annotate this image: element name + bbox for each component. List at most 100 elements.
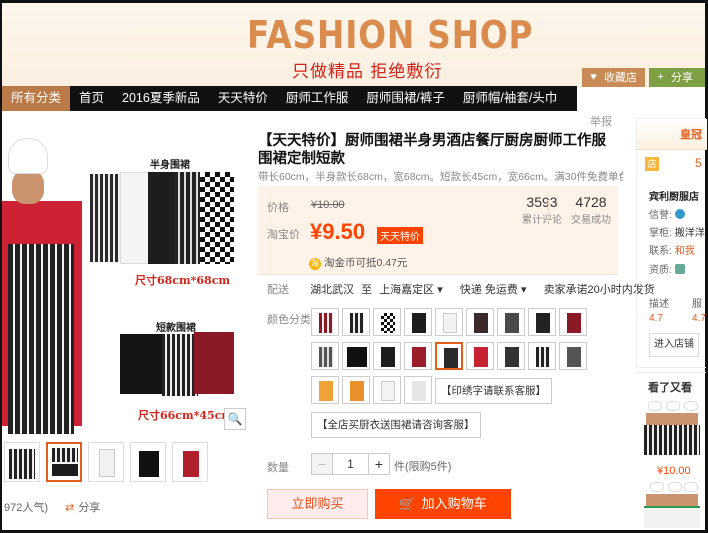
nav-item-summer-new[interactable]: 2016夏季新品 bbox=[113, 86, 209, 111]
zoom-icon[interactable]: 🔍 bbox=[224, 408, 246, 430]
shop-badge-number: 5 bbox=[695, 156, 702, 170]
chef-hat bbox=[8, 138, 48, 174]
thumbnail-5[interactable] bbox=[172, 442, 208, 482]
cart-icon: 🛒 bbox=[399, 496, 416, 511]
nav-item-hats-sleeves[interactable]: 厨师帽/袖套/头巾 bbox=[454, 86, 566, 111]
plus-icon: + bbox=[657, 71, 664, 83]
color-swatch-16[interactable] bbox=[497, 342, 525, 370]
product-title: 【天天特价】厨师围裙半身男酒店餐厅厨房厨师工作服围裙定制短款 bbox=[258, 133, 606, 167]
also-viewed-item-2[interactable] bbox=[644, 482, 700, 528]
quals-label: 资质: bbox=[649, 265, 672, 276]
half-apron-size: 尺寸68cm*68cm bbox=[135, 274, 231, 287]
color-swatch-13[interactable] bbox=[404, 342, 432, 370]
coin-icon: 淘 bbox=[309, 258, 321, 270]
color-swatch-18[interactable] bbox=[559, 342, 587, 370]
ship-from: 湖北武汉 bbox=[310, 284, 355, 296]
shipping-label: 配送 bbox=[267, 284, 289, 296]
ship-to-prefix: 至 bbox=[361, 284, 373, 296]
service-label: 服 bbox=[692, 299, 702, 310]
shipping-row: 配送 湖北武汉 至 上海嘉定区 ▾ 快递 免运费 ▾ 卖家承诺20小时内发货 bbox=[267, 281, 655, 297]
stock-limit: 件(限购5件) bbox=[394, 461, 452, 473]
nav-item-daily-deals[interactable]: 天天特价 bbox=[209, 86, 277, 111]
option-print-embroider[interactable]: 【印绣字请联系客服】 bbox=[435, 378, 552, 404]
color-swatch-21[interactable] bbox=[373, 376, 401, 404]
sales-count: 4728 bbox=[575, 194, 607, 210]
color-swatch-10[interactable] bbox=[311, 342, 339, 370]
score-desc: 描述 4.7 bbox=[649, 295, 669, 324]
model-apron bbox=[8, 244, 74, 434]
nav-item-chef-uniform[interactable]: 厨师工作服 bbox=[277, 86, 358, 111]
report-link[interactable]: 举报 bbox=[590, 113, 612, 129]
apron-stripe-image bbox=[90, 174, 124, 262]
color-swatch-1[interactable] bbox=[311, 308, 339, 336]
keeper-value[interactable]: 搬洋洋 bbox=[675, 228, 705, 239]
ship-to-select[interactable]: 上海嘉定区 ▾ bbox=[379, 284, 443, 296]
color-swatch-6[interactable] bbox=[466, 308, 494, 336]
short-apron-black-image bbox=[120, 334, 168, 394]
color-swatch-20[interactable] bbox=[342, 376, 370, 404]
shop-contact: 联系: 和我 bbox=[649, 242, 695, 257]
service-value: 4.7 bbox=[692, 313, 706, 324]
original-price: ¥10.00 bbox=[311, 199, 345, 211]
color-swatch-4[interactable] bbox=[404, 308, 432, 336]
shop-quals: 资质: bbox=[649, 261, 685, 276]
buy-now-button[interactable]: 立即购买 bbox=[267, 489, 368, 519]
model-face bbox=[12, 170, 44, 204]
chevron-down-icon: ▾ bbox=[437, 284, 443, 296]
share-shop-button[interactable]: + 分享店铺 bbox=[649, 68, 705, 87]
quantity-increase-button[interactable]: + bbox=[368, 453, 390, 475]
keeper-label: 掌柜: bbox=[649, 228, 672, 239]
color-swatch-17[interactable] bbox=[528, 342, 556, 370]
thumbnail-2[interactable] bbox=[46, 442, 82, 482]
color-swatch-8[interactable] bbox=[528, 308, 556, 336]
sales-label: 交易成功 bbox=[571, 215, 611, 226]
color-swatch-15[interactable] bbox=[466, 342, 494, 370]
main-product-image[interactable]: 半身围裙 尺寸68cm*68cm 短款围裙 尺寸66cm*45cm 🔍 bbox=[2, 126, 250, 436]
shop-slogan: 只做精品 拒绝敷衍 bbox=[292, 62, 443, 82]
quantity-input[interactable]: 1 bbox=[333, 453, 368, 475]
nav-item-aprons-pants[interactable]: 厨师围裙/裤子 bbox=[357, 86, 453, 111]
stat-divider bbox=[548, 200, 549, 222]
thumbnail-4[interactable] bbox=[130, 442, 166, 482]
express-select[interactable]: 快递 免运费 ▾ bbox=[460, 284, 527, 296]
color-swatch-22[interactable] bbox=[404, 376, 432, 404]
option-free-apron[interactable]: 【全店买厨衣送围裙请咨询客服】 bbox=[311, 412, 481, 438]
color-swatch-11[interactable] bbox=[342, 342, 370, 370]
also-viewed-item-1[interactable] bbox=[644, 401, 700, 455]
taobao-coin-info: 淘淘金币可抵0.47元 bbox=[309, 255, 407, 270]
desc-label: 描述 bbox=[649, 299, 669, 310]
nav-item-all-categories[interactable]: 所有分类 bbox=[2, 86, 71, 111]
quantity-decrease-button[interactable]: − bbox=[311, 453, 333, 475]
shop-brand-title: FASHION SHOP bbox=[247, 13, 534, 57]
shop-credit: 信誉: bbox=[649, 206, 685, 221]
score-service: 服 4.7 bbox=[692, 295, 706, 324]
shop-name[interactable]: 宾利厨服店 bbox=[649, 188, 699, 203]
short-apron-size: 尺寸66cm*45cm bbox=[138, 409, 234, 422]
add-to-cart-button[interactable]: 🛒 加入购物车 bbox=[375, 489, 511, 519]
divider bbox=[636, 372, 706, 373]
color-swatch-7[interactable] bbox=[497, 308, 525, 336]
shop-badge-icon: 店 bbox=[645, 157, 659, 171]
thumbnail-strip bbox=[4, 442, 208, 484]
color-swatch-19[interactable] bbox=[311, 376, 339, 404]
also-viewed-price-1: ¥10.00 bbox=[657, 465, 691, 477]
color-swatch-2[interactable] bbox=[342, 308, 370, 336]
also-viewed-title: 看了又看 bbox=[648, 382, 692, 394]
contact-value[interactable]: 和我 bbox=[675, 246, 695, 257]
color-swatch-14-selected[interactable] bbox=[435, 342, 463, 370]
color-swatch-12[interactable] bbox=[373, 342, 401, 370]
nav-item-home[interactable]: 首页 bbox=[70, 86, 113, 111]
thumbnail-3[interactable] bbox=[88, 442, 124, 482]
color-swatch-9[interactable] bbox=[559, 308, 587, 336]
quals-icon bbox=[674, 264, 685, 274]
color-swatch-5[interactable] bbox=[435, 308, 463, 336]
thumbnail-1[interactable] bbox=[4, 442, 40, 482]
shop-info-panel: 皇冠 店 5 宾利厨服店 信誉: 掌柜: 搬洋洋 联系: 和我 资质: 描述 4.7 … bbox=[636, 118, 707, 368]
favorite-shop-button[interactable]: ♥ 收藏店铺 bbox=[582, 68, 645, 87]
add-to-cart-label: 加入购物车 bbox=[421, 496, 487, 511]
share-link[interactable]: ⇄ 分享 bbox=[65, 502, 100, 514]
heart-icon: ♥ bbox=[590, 71, 597, 83]
chevron-down-icon: ▾ bbox=[520, 284, 527, 296]
color-swatch-3[interactable] bbox=[373, 308, 401, 336]
enter-shop-button[interactable]: 进入店铺 bbox=[649, 333, 699, 357]
